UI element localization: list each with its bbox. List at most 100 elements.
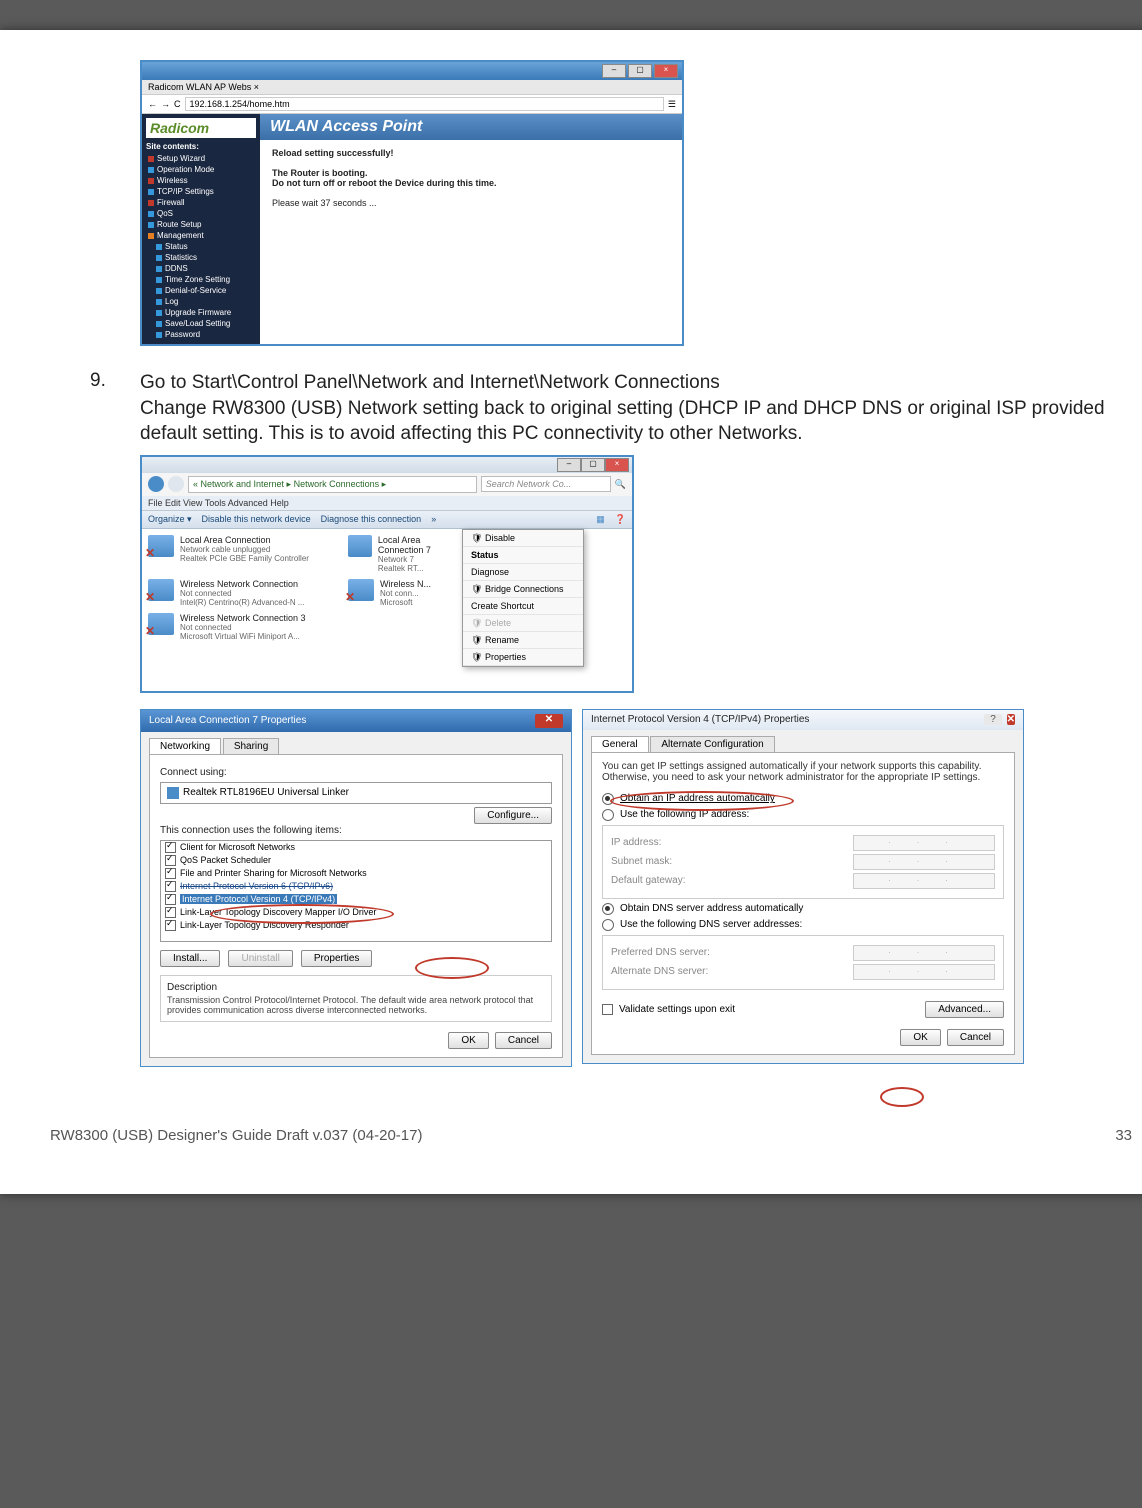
step-9-instruction: 9. Go to Start\Control Panel\Network and…: [90, 370, 1132, 447]
install-button: Install...: [160, 950, 220, 967]
radio-obtain-dns: Obtain DNS server address automatically: [602, 903, 1004, 915]
adapter-field: Realtek RTL8196EU Universal Linker: [160, 782, 552, 804]
window-titlebar: – ▢ ×: [142, 457, 632, 473]
advanced-button: Advanced...: [925, 1001, 1004, 1018]
network-adapter-icon: ✕: [148, 579, 174, 601]
adapter-icon: [167, 787, 179, 799]
connection-adapter: Intel(R) Centrino(R) Advanced-N ...: [180, 598, 305, 607]
shield-icon: 🛡: [471, 584, 481, 594]
connection-item: ✕ Wireless Network Connection 3 Not conn…: [148, 613, 338, 641]
back-icon: [148, 476, 164, 492]
close-icon: ✕: [535, 714, 563, 728]
bullet-icon: [148, 189, 154, 195]
dialog-title: Local Area Connection 7 Properties: [149, 715, 306, 726]
gateway-label: Default gateway:: [611, 875, 686, 886]
reload-icon: C: [174, 99, 181, 109]
connection-status: Network cable unplugged: [180, 545, 309, 554]
checkbox-icon: [165, 894, 176, 905]
cancel-button: Cancel: [495, 1032, 552, 1049]
minimize-icon: –: [557, 458, 581, 472]
minimize-icon: –: [602, 64, 626, 78]
annotation-oval: [880, 1087, 924, 1107]
radio-icon: [602, 809, 614, 821]
network-adapter-icon: [348, 535, 372, 557]
bullet-icon: [156, 288, 162, 294]
bullet-icon: [148, 200, 154, 206]
tab-networking: Networking: [149, 738, 221, 754]
cancel-button: Cancel: [947, 1029, 1004, 1046]
sidebar-heading: Site contents:: [146, 142, 256, 151]
checkbox-icon: [165, 881, 176, 892]
bullet-icon: [156, 321, 162, 327]
sidebar-item: Management: [157, 231, 204, 240]
close-icon: ×: [605, 458, 629, 472]
checkbox-icon: [165, 907, 176, 918]
lac7-properties-dialog: Local Area Connection 7 Properties ✕ Net…: [140, 709, 572, 1067]
bullet-icon: [156, 277, 162, 283]
sidebar-subitem: Password: [165, 330, 200, 339]
protocol-listbox: Client for Microsoft Networks QoS Packet…: [160, 840, 552, 942]
list-item: File and Printer Sharing for Microsoft N…: [161, 867, 551, 880]
list-item: QoS Packet Scheduler: [161, 854, 551, 867]
radicom-logo: Radicom: [146, 118, 256, 138]
connection-adapter: Realtek PCIe GBE Family Controller: [180, 554, 309, 563]
connection-adapter: Microsoft Virtual WiFi Miniport A...: [180, 632, 306, 641]
connection-name: Local Area Connection 7: [378, 535, 468, 555]
router-sidebar: Radicom Site contents: Setup Wizard Oper…: [142, 114, 260, 344]
close-icon: ×: [654, 64, 678, 78]
radio-icon: [602, 919, 614, 931]
connection-adapter: Microsoft: [380, 598, 431, 607]
list-item: Client for Microsoft Networks: [161, 841, 551, 854]
validate-checkbox-label: Validate settings upon exit: [619, 1004, 735, 1015]
bullet-icon: [148, 178, 154, 184]
shield-icon: 🛡: [471, 533, 481, 543]
ok-button: OK: [900, 1029, 940, 1046]
sidebar-subitem: Log: [165, 297, 178, 306]
connection-status: Network 7: [378, 555, 468, 564]
sidebar-subitem: Time Zone Setting: [165, 275, 230, 284]
subnet-label: Subnet mask:: [611, 856, 672, 867]
connection-item-selected: Local Area Connection 7 Network 7 Realte…: [348, 535, 468, 573]
more-icon: »: [431, 514, 436, 524]
disconnected-x-icon: ✕: [145, 546, 155, 560]
browser-tab: Radicom WLAN AP Webs ×: [142, 80, 682, 95]
checkbox-icon: [165, 855, 176, 866]
bullet-icon: [156, 255, 162, 261]
properties-button: Properties: [301, 950, 373, 967]
uses-items-label: This connection uses the following items…: [160, 825, 552, 836]
connection-name: Wireless N...: [380, 579, 431, 589]
tab-general: General: [591, 736, 649, 752]
dialog-title: Internet Protocol Version 4 (TCP/IPv4) P…: [591, 714, 809, 725]
preferred-dns-input: . . .: [853, 945, 995, 961]
sidebar-item: Setup Wizard: [157, 154, 205, 163]
forward-icon: →: [161, 99, 170, 109]
bullet-icon: [156, 266, 162, 272]
connection-status: Not connected: [180, 589, 305, 598]
context-menu: 🛡Disable Status Diagnose 🛡Bridge Connect…: [462, 529, 584, 667]
checkbox-icon: [165, 868, 176, 879]
checkbox-icon: [602, 1004, 613, 1015]
description-text: Transmission Control Protocol/Internet P…: [167, 995, 545, 1015]
menu-item-bridge: 🛡Bridge Connections: [463, 581, 583, 598]
page-number: 33: [1115, 1127, 1132, 1144]
menu-item-properties: 🛡Properties: [463, 649, 583, 666]
radio-icon: [602, 903, 614, 915]
network-adapter-icon: ✕: [348, 579, 374, 601]
diagnose-button: Diagnose this connection: [321, 514, 422, 524]
sidebar-subitem: Upgrade Firmware: [165, 308, 231, 317]
shield-icon: 🛡: [471, 635, 481, 645]
step-number: 9.: [90, 370, 140, 447]
disconnected-x-icon: ✕: [345, 590, 355, 604]
bullet-icon: [148, 167, 154, 173]
shield-icon: 🛡: [471, 618, 481, 628]
list-item: Link-Layer Topology Discovery Responder: [161, 919, 551, 932]
sidebar-item: Wireless: [157, 176, 188, 185]
network-connections-window: – ▢ × « Network and Internet ▸ Network C…: [140, 455, 634, 693]
footer-left: RW8300 (USB) Designer's Guide Draft v.03…: [50, 1127, 422, 1144]
radio-use-dns: Use the following DNS server addresses:: [602, 919, 1004, 931]
alternate-dns-label: Alternate DNS server:: [611, 966, 708, 977]
adapter-name: Realtek RTL8196EU Universal Linker: [183, 787, 349, 798]
disable-device-button: Disable this network device: [202, 514, 311, 524]
organize-button: Organize ▾: [148, 514, 192, 525]
disconnected-x-icon: ✕: [145, 624, 155, 638]
